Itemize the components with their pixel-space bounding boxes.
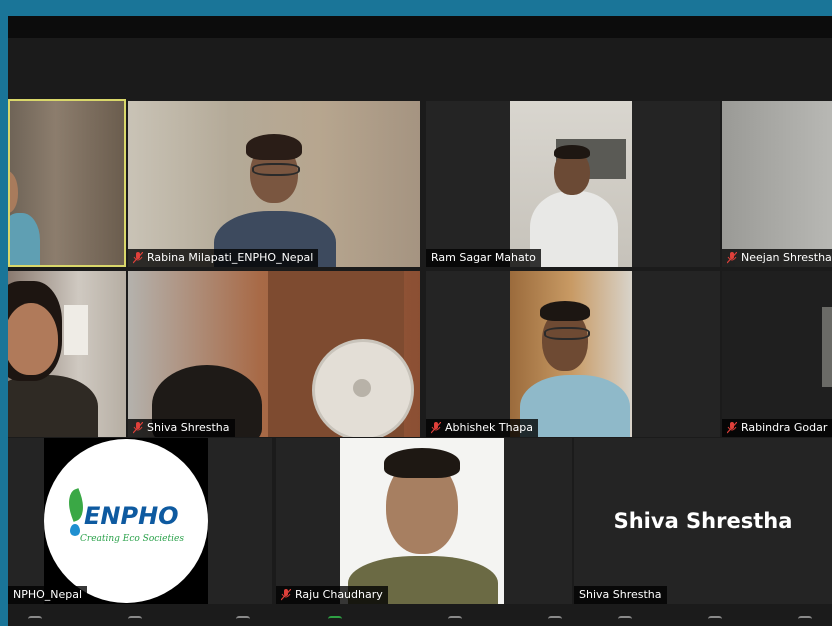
enpho-logo-tagline: Creating Eco Societies bbox=[80, 534, 184, 544]
participant-video bbox=[128, 271, 420, 437]
participant-video bbox=[128, 101, 420, 267]
meeting-toolbar bbox=[8, 612, 832, 626]
mic-muted-icon bbox=[281, 589, 291, 601]
video-tile-rabina[interactable]: Rabina Milapati_ENPHO_Nepal bbox=[128, 101, 420, 267]
mic-muted-icon bbox=[133, 252, 143, 264]
participant-name: Raju Chaudhary bbox=[295, 588, 383, 601]
participant-name-label: Ram Sagar Mahato bbox=[426, 249, 541, 267]
video-tile-raju[interactable]: Raju Chaudhary bbox=[276, 438, 572, 604]
participant-video bbox=[722, 101, 832, 267]
share-screen-icon[interactable] bbox=[548, 616, 562, 626]
participant-video bbox=[10, 101, 124, 265]
video-tile-shiva[interactable]: Shiva Shrestha bbox=[128, 271, 420, 437]
video-tile-active-speaker[interactable] bbox=[8, 99, 126, 267]
person-hair bbox=[554, 145, 590, 159]
video-tile-neejan[interactable]: Neejan Shrestha bbox=[722, 101, 832, 267]
person-glasses bbox=[544, 327, 590, 340]
chat-icon[interactable] bbox=[448, 616, 462, 626]
video-icon[interactable] bbox=[128, 616, 142, 626]
reactions-icon[interactable] bbox=[708, 616, 722, 626]
person-body bbox=[8, 375, 98, 437]
video-tile-enpho[interactable]: ENPHO Creating Eco Societies NPHO_Nepal bbox=[8, 438, 272, 604]
participant-video bbox=[722, 271, 832, 437]
participant-video bbox=[510, 101, 632, 267]
participant-name-label: Rabina Milapati_ENPHO_Nepal bbox=[128, 249, 319, 267]
meeting-window: Rabina Milapati_ENPHO_Nepal Ram Sagar Ma… bbox=[8, 16, 832, 626]
participant-name-label: NPHO_Nepal bbox=[8, 586, 88, 604]
participant-name-label: Shiva Shrestha bbox=[574, 586, 667, 604]
participant-name-label: Raju Chaudhary bbox=[276, 586, 388, 604]
participant-name-label: Rabindra Godar bbox=[722, 419, 832, 437]
participant-name: NPHO_Nepal bbox=[13, 588, 83, 601]
participant-display-name: Shiva Shrestha bbox=[613, 509, 793, 533]
mic-muted-icon bbox=[727, 422, 737, 434]
participant-name: Rabina Milapati_ENPHO_Nepal bbox=[147, 251, 314, 264]
person-body bbox=[530, 191, 618, 267]
security-icon[interactable] bbox=[236, 616, 250, 626]
video-fragment bbox=[822, 307, 832, 387]
enpho-logo-text: ENPHO bbox=[84, 502, 179, 530]
video-tile-shiva-no-video[interactable]: Shiva Shrestha Shiva Shrestha bbox=[574, 438, 832, 604]
participant-name-label: Shiva Shrestha bbox=[128, 419, 235, 437]
person-head bbox=[8, 303, 58, 375]
person-hair bbox=[384, 448, 460, 478]
window-background bbox=[64, 305, 88, 355]
participant-name-label: Neejan Shrestha bbox=[722, 249, 832, 267]
participant-name: Shiva Shrestha bbox=[579, 588, 662, 601]
logo-video: ENPHO Creating Eco Societies bbox=[44, 438, 208, 604]
mic-muted-icon bbox=[727, 252, 737, 264]
person-glasses bbox=[252, 163, 300, 176]
video-tile-abhishek[interactable]: Abhishek Thapa bbox=[426, 271, 720, 437]
drop-icon bbox=[70, 524, 80, 536]
participant-name-label: Abhishek Thapa bbox=[426, 419, 539, 437]
video-tile-ram-sagar[interactable]: Ram Sagar Mahato bbox=[426, 101, 720, 267]
person-hair bbox=[540, 301, 590, 321]
person-hair bbox=[246, 134, 302, 160]
video-tile-participant[interactable] bbox=[8, 271, 126, 437]
participant-name: Neejan Shrestha bbox=[741, 251, 832, 264]
person-head bbox=[10, 171, 18, 213]
more-icon[interactable] bbox=[798, 616, 812, 626]
participants-icon[interactable] bbox=[328, 616, 342, 626]
fan-center bbox=[353, 379, 371, 397]
participant-name: Ram Sagar Mahato bbox=[431, 251, 536, 264]
mic-muted-icon bbox=[133, 422, 143, 434]
mic-muted-icon bbox=[431, 422, 441, 434]
participant-video bbox=[340, 438, 504, 604]
participant-name: Abhishek Thapa bbox=[445, 421, 534, 434]
person-shoulder bbox=[10, 213, 40, 265]
participant-video bbox=[8, 271, 126, 437]
participant-video bbox=[510, 271, 632, 437]
participant-name: Shiva Shrestha bbox=[147, 421, 230, 434]
mute-icon[interactable] bbox=[28, 616, 42, 626]
window-title-bar bbox=[8, 16, 832, 38]
record-icon[interactable] bbox=[618, 616, 632, 626]
participant-name: Rabindra Godar bbox=[741, 421, 828, 434]
video-tile-rabindra[interactable]: Rabindra Godar bbox=[722, 271, 832, 437]
